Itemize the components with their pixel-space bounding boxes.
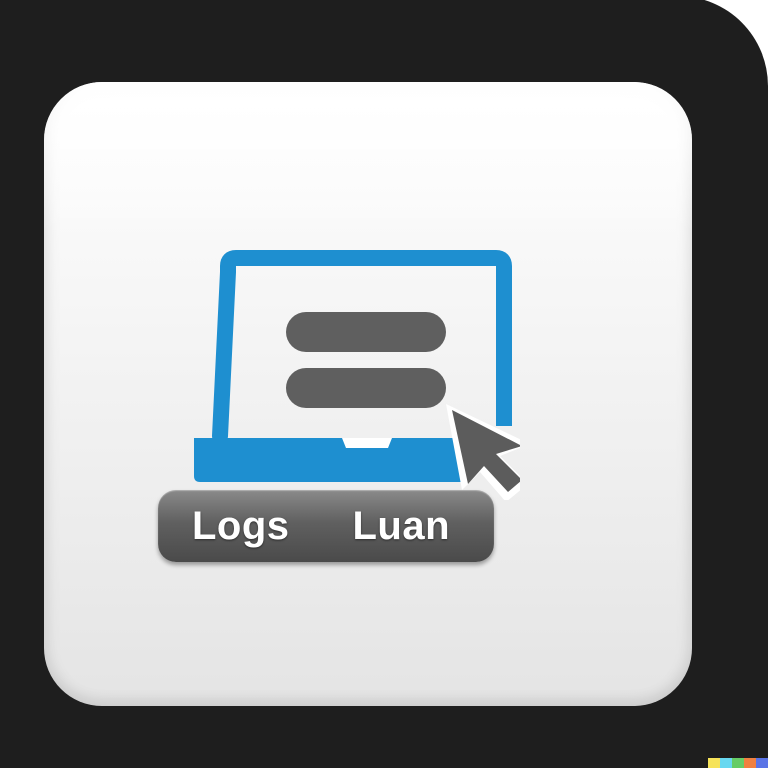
app-icon-canvas: Logs Luan	[0, 0, 768, 768]
laptop-base-notch	[342, 438, 392, 448]
watermark-orange	[744, 758, 756, 768]
login-button-left-label: Logs	[192, 504, 290, 548]
login-button[interactable]: Logs Luan	[158, 490, 494, 562]
watermark-cyan	[720, 758, 732, 768]
watermark-green	[732, 758, 744, 768]
laptop-icon	[194, 250, 520, 500]
menu-lines-icon	[286, 312, 446, 408]
watermark-blue	[756, 758, 768, 768]
laptop-illustration	[150, 180, 520, 500]
menu-line-bottom	[286, 368, 446, 408]
menu-line-top	[286, 312, 446, 352]
login-button-right-label: Luan	[352, 504, 450, 548]
watermark-yellow	[708, 758, 720, 768]
corner-watermark	[708, 758, 768, 768]
laptop-base	[194, 438, 468, 482]
laptop-screen-left-side	[212, 264, 236, 444]
